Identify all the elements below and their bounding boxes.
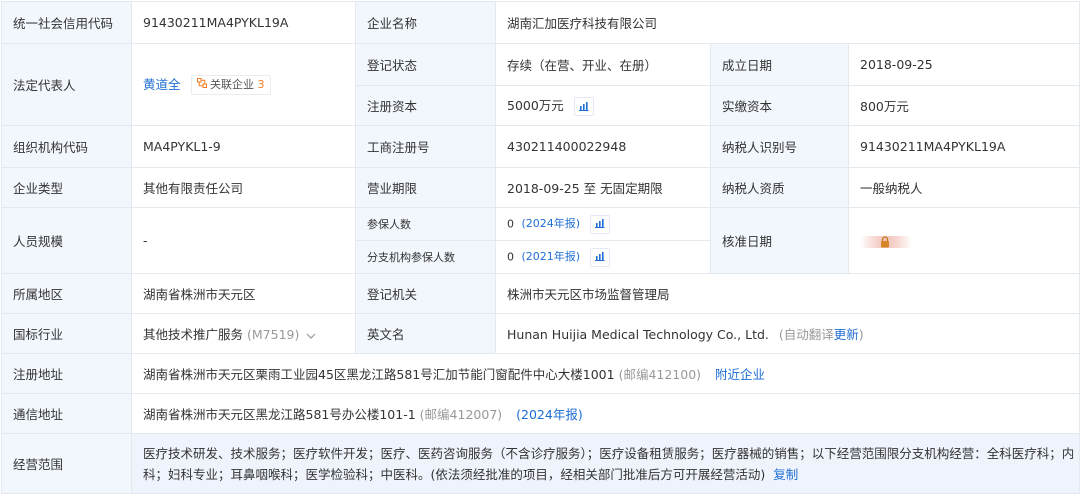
row-biz-scope: 经营范围 医疗技术研发、技术服务；医疗软件开发；医疗、医药咨询服务（不含诊疗服务… — [1, 433, 1080, 494]
reg-address-value: 湖南省株洲市天元区栗雨工业园45区黑龙江路581号汇加节能门窗配件中心大楼100… — [143, 367, 615, 382]
taxpayer-id-value: 91430211MA4PYKL19A — [847, 125, 1080, 168]
chevron-down-icon[interactable] — [306, 328, 316, 343]
paid-capital-label: 实缴资本 — [710, 85, 849, 126]
company-type-value: 其他有限责任公司 — [131, 167, 356, 208]
industry-value: 其他技术推广服务 — [143, 327, 244, 342]
auto-translate-close: ) — [858, 327, 864, 342]
chart-icon[interactable] — [589, 214, 610, 234]
row-company-type: 企业类型 其他有限责任公司 营业期限 2018-09-25 至 无固定期限 纳税… — [1, 167, 1080, 208]
row-industry: 国标行业 其他技术推广服务 (M7519) 英文名 Hunan Huijia M… — [1, 313, 1080, 354]
biz-term-value: 2018-09-25 至 无固定期限 — [495, 167, 711, 208]
region-label: 所属地区 — [1, 273, 132, 314]
english-name-label: 英文名 — [355, 313, 496, 354]
reg-address-label: 注册地址 — [1, 353, 132, 394]
biz-scope-label: 经营范围 — [1, 433, 132, 494]
mail-address-value: 湖南省株洲市天元区黑龙江路581号办公楼101-1 — [143, 407, 416, 422]
reg-capital-cell: 5000万元 — [495, 85, 711, 126]
taxpayer-qual-value: 一般纳税人 — [847, 167, 1080, 208]
biz-scope-value: 医疗技术研发、技术服务；医疗软件开发；医疗、医药咨询服务（不含诊疗服务）；医疗设… — [143, 445, 1075, 482]
credit-code-value: 91430211MA4PYKL19A — [131, 1, 356, 44]
org-code-label: 组织机构代码 — [1, 125, 132, 168]
reg-address-postcode: (邮编412100) — [618, 367, 702, 382]
company-info-table: 统一社会信用代码 91430211MA4PYKL19A 企业名称 湖南汇加医疗科… — [1, 1, 1080, 494]
update-link[interactable]: 更新 — [834, 327, 859, 342]
mail-address-report-link[interactable]: (2024年报) — [516, 407, 583, 422]
mail-address-postcode: (邮编412007) — [419, 407, 503, 422]
established-label: 成立日期 — [710, 43, 849, 86]
company-type-label: 企业类型 — [1, 167, 132, 208]
chart-icon[interactable] — [589, 247, 610, 267]
industry-code: (M7519) — [247, 327, 300, 342]
related-company-icon — [196, 76, 207, 94]
nearby-companies-link[interactable]: 附近企业 — [715, 367, 765, 382]
branch-insured-value: 0 — [507, 250, 514, 263]
reg-address-cell: 湖南省株洲市天元区栗雨工业园45区黑龙江路581号汇加节能门窗配件中心大楼100… — [130, 353, 1080, 394]
lock-icon[interactable] — [880, 235, 890, 251]
branch-insured-report-link[interactable]: (2021年报) — [522, 250, 581, 263]
org-code-value: MA4PYKL1-9 — [131, 125, 356, 168]
row-region: 所属地区 湖南省株洲市天元区 登记机关 株洲市天元区市场监督管理局 — [1, 273, 1080, 314]
copy-link[interactable]: 复制 — [773, 467, 798, 482]
approval-date-cell — [847, 207, 1080, 274]
reg-authority-value: 株洲市天元区市场监督管理局 — [494, 273, 1080, 314]
company-name-label: 企业名称 — [355, 1, 496, 44]
related-companies-label: 关联企业 — [210, 78, 254, 92]
taxpayer-qual-label: 纳税人资质 — [710, 167, 849, 208]
biz-scope-cell: 医疗技术研发、技术服务；医疗软件开发；医疗、医药咨询服务（不含诊疗服务）；医疗设… — [130, 433, 1080, 494]
biz-reg-no-value: 430211400022948 — [495, 125, 711, 168]
row-mail-address: 通信地址 湖南省株洲市天元区黑龙江路581号办公楼101-1 (邮编412007… — [1, 393, 1080, 434]
branch-insured-label: 分支机构参保人数 — [355, 240, 496, 274]
row-org-code: 组织机构代码 MA4PYKL1-9 工商注册号 430211400022948 … — [1, 125, 1080, 168]
paid-capital-value: 800万元 — [847, 85, 1080, 126]
established-value: 2018-09-25 — [847, 43, 1080, 86]
staff-size-label: 人员规模 — [1, 207, 132, 274]
insured-value: 0 — [507, 217, 514, 230]
biz-term-label: 营业期限 — [355, 167, 496, 208]
legal-rep-name[interactable]: 黄道全 — [143, 77, 181, 92]
english-name-value: Hunan Huijia Medical Technology Co., Ltd… — [507, 327, 769, 342]
reg-status-label: 登记状态 — [355, 43, 496, 86]
insured-report-link[interactable]: (2024年报) — [522, 217, 581, 230]
english-name-cell: Hunan Huijia Medical Technology Co., Ltd… — [494, 313, 1080, 354]
industry-label: 国标行业 — [1, 313, 132, 354]
legal-rep-label: 法定代表人 — [1, 43, 132, 126]
mail-address-cell: 湖南省株洲市天元区黑龙江路581号办公楼101-1 (邮编412007) (20… — [130, 393, 1080, 434]
masked-value — [860, 235, 912, 251]
mail-address-label: 通信地址 — [1, 393, 132, 434]
related-companies-count: 3 — [257, 78, 265, 92]
staff-size-value: - — [131, 207, 356, 274]
chart-icon[interactable] — [573, 97, 594, 116]
branch-insured-cell: 0 (2021年报) — [495, 240, 711, 274]
industry-cell[interactable]: 其他技术推广服务 (M7519) — [131, 313, 356, 354]
insured-label: 参保人数 — [355, 207, 496, 241]
credit-code-label: 统一社会信用代码 — [1, 1, 132, 44]
related-companies-tag[interactable]: 关联企业 3 — [190, 75, 271, 96]
reg-authority-label: 登记机关 — [355, 273, 496, 314]
auto-translate-note: (自动翻译 — [778, 327, 834, 342]
company-name-value: 湖南汇加医疗科技有限公司 — [494, 1, 1080, 44]
reg-capital-label: 注册资本 — [355, 85, 496, 126]
row-legal-rep: 法定代表人 黄道全 关联企业 3 登记状态 存续（在营、开业、在册） 成立日期 … — [1, 43, 1080, 126]
row-staff-size: 人员规模 - 参保人数 0 (2024年报) 核准日期 — [1, 207, 1080, 274]
reg-capital-value: 5000万元 — [507, 98, 564, 113]
legal-rep-cell: 黄道全 关联企业 3 — [131, 43, 356, 126]
row-credit-code: 统一社会信用代码 91430211MA4PYKL19A 企业名称 湖南汇加医疗科… — [1, 1, 1080, 44]
region-value: 湖南省株洲市天元区 — [131, 273, 356, 314]
insured-cell: 0 (2024年报) — [495, 207, 711, 241]
biz-reg-no-label: 工商注册号 — [355, 125, 496, 168]
taxpayer-id-label: 纳税人识别号 — [710, 125, 849, 168]
row-reg-address: 注册地址 湖南省株洲市天元区栗雨工业园45区黑龙江路581号汇加节能门窗配件中心… — [1, 353, 1080, 394]
approval-date-label: 核准日期 — [710, 207, 849, 274]
reg-status-value: 存续（在营、开业、在册） — [495, 43, 711, 86]
